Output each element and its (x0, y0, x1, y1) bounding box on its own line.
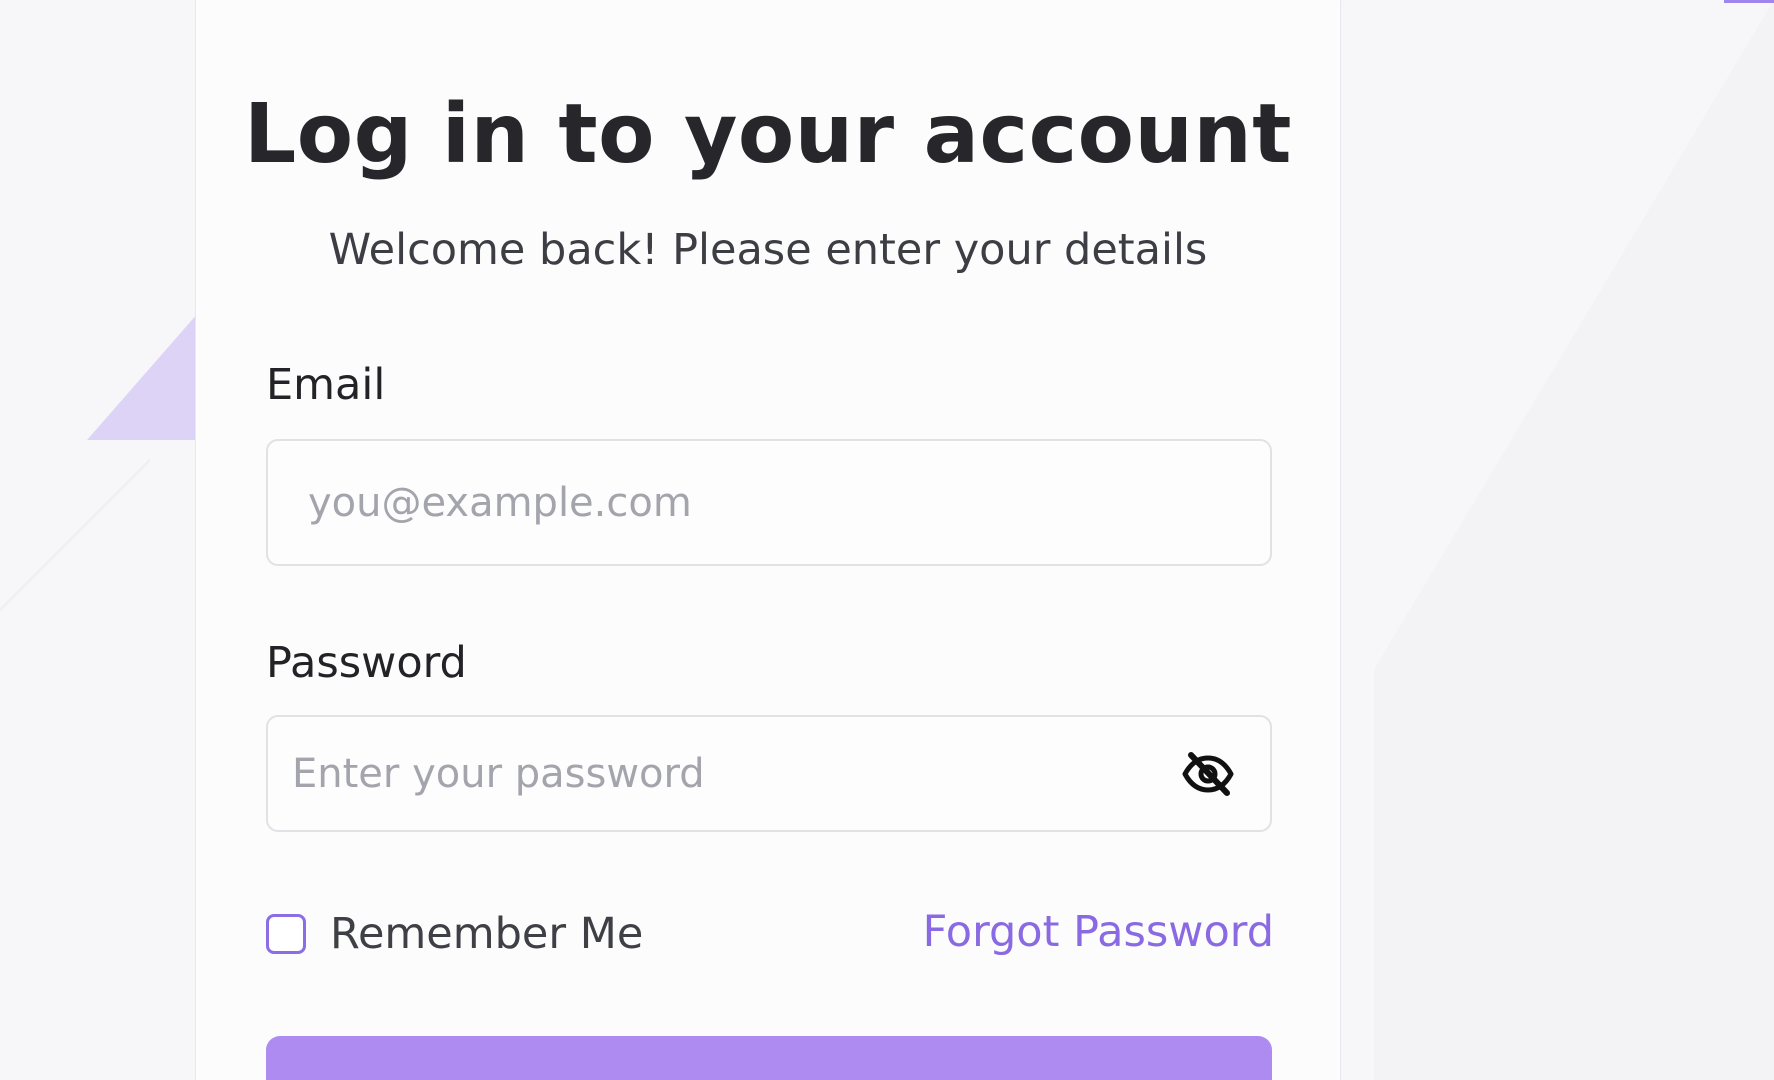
password-visibility-toggle[interactable] (1180, 748, 1236, 800)
forgot-password-link[interactable]: Forgot Password (923, 906, 1274, 958)
email-label: Email (266, 360, 386, 410)
remember-me-checkbox[interactable] (266, 914, 306, 954)
email-field[interactable] (268, 441, 1270, 564)
email-field-container (266, 439, 1272, 566)
page-subtitle: Welcome back! Please enter your details (328, 225, 1208, 275)
right-decorative-panel (1374, 0, 1774, 1080)
login-card: Log in to your account Welcome back! Ple… (195, 0, 1341, 1080)
eye-off-icon (1182, 752, 1234, 796)
password-label: Password (266, 638, 467, 688)
password-field[interactable] (268, 717, 1270, 830)
page-title: Log in to your account (244, 87, 1292, 182)
top-right-accent (1724, 0, 1774, 3)
login-submit-button[interactable] (266, 1036, 1272, 1080)
login-page: Log in to your account Welcome back! Ple… (0, 0, 1774, 1080)
password-field-container (266, 715, 1272, 832)
remember-me-label: Remember Me (330, 909, 644, 959)
left-decorative-line (0, 420, 150, 650)
remember-me-row: Remember Me (266, 908, 643, 960)
